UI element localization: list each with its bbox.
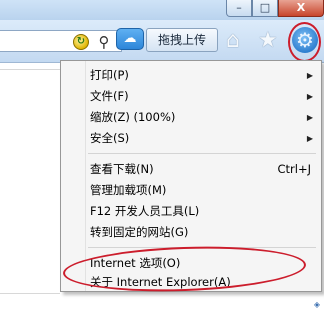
search-icon[interactable]: ⚲ [95, 33, 113, 51]
menu-item-label: F12 开发人员工具(L) [90, 204, 200, 218]
menu-item-file[interactable]: 文件(F) ▶ [85, 86, 317, 107]
watermark-logo: ◈ [313, 300, 320, 309]
menu-item-label: 转到固定的网站(G) [90, 225, 189, 239]
divider [0, 293, 60, 294]
refresh-icon[interactable]: ↻ [73, 34, 89, 50]
home-icon[interactable]: ⌂ [226, 30, 248, 52]
menu-separator [88, 153, 316, 154]
submenu-arrow-icon: ▶ [306, 134, 313, 143]
menu-item-pinned-sites[interactable]: 转到固定的网站(G) [85, 222, 317, 243]
menu-item-shortcut: Ctrl+J [277, 162, 312, 176]
submenu-arrow-icon: ▶ [306, 113, 313, 122]
menu-item-label: 文件(F) [90, 89, 129, 103]
submenu-arrow-icon: ▶ [306, 71, 313, 80]
menu-item-safety[interactable]: 安全(S) ▶ [85, 128, 317, 149]
menu-item-label: 管理加载项(M) [90, 183, 167, 197]
menu-item-zoom[interactable]: 缩放(Z) (100%) ▶ [85, 107, 317, 128]
menu-item-label: 查看下载(N) [90, 162, 154, 176]
page-content [0, 63, 60, 316]
menu-item-developer-tools[interactable]: F12 开发人员工具(L) [85, 201, 317, 222]
submenu-arrow-icon: ▶ [306, 92, 313, 101]
minimize-button[interactable]: – [226, 0, 252, 17]
menu-item-print[interactable]: 打印(P) ▶ [85, 65, 317, 86]
menu-item-label: 安全(S) [90, 131, 130, 145]
favorites-star-icon[interactable]: ★ [258, 30, 280, 52]
cloud-icon[interactable]: ☁ [116, 28, 144, 50]
menu-item-manage-addons[interactable]: 管理加载项(M) [85, 180, 317, 201]
menu-item-view-downloads[interactable]: 查看下载(N) Ctrl+J [85, 159, 317, 180]
divider [0, 69, 60, 70]
drag-upload-button[interactable]: 拖拽上传 [146, 28, 218, 52]
maximize-button[interactable]: □ [252, 0, 278, 17]
menu-item-label: 打印(P) [90, 68, 129, 82]
gear-highlight-circle [288, 22, 321, 62]
close-button[interactable]: X [278, 0, 324, 17]
menu-item-label: 缩放(Z) (100%) [90, 110, 176, 124]
